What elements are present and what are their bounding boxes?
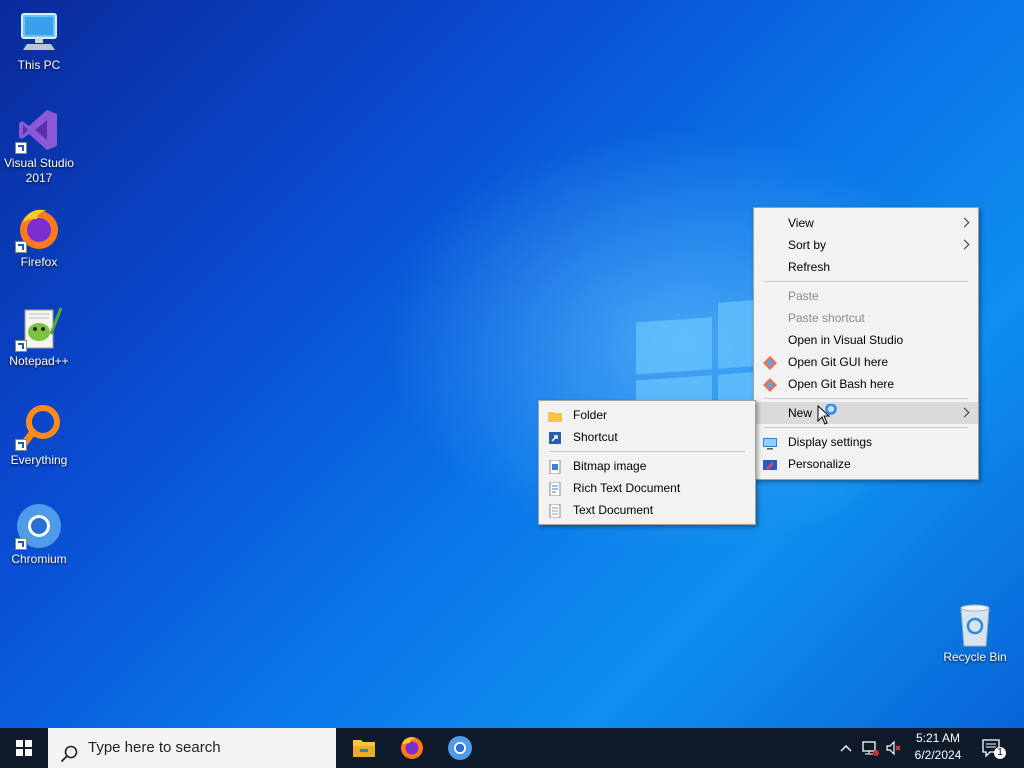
menu-item-label: Text Document: [573, 503, 654, 517]
menu-item-label: Folder: [573, 408, 608, 422]
menu-item-new[interactable]: New: [754, 402, 978, 424]
notepadpp-icon[interactable]: Notepad++: [3, 304, 75, 369]
shortcut-arrow-icon: [15, 340, 27, 352]
start-button[interactable]: [0, 728, 48, 768]
shortcut-icon: [548, 430, 562, 444]
menu-item-refresh[interactable]: Refresh: [754, 256, 978, 278]
shortcut-arrow-icon: [15, 439, 27, 451]
menu-item-paste-shortcut[interactable]: Paste shortcut: [754, 307, 978, 329]
menu-item-label: View: [788, 216, 814, 230]
network-icon[interactable]: [860, 738, 880, 758]
new-submenu: Folder Shortcut Bitmap image Rich Text D…: [538, 400, 756, 525]
submenu-item-shortcut[interactable]: Shortcut: [539, 426, 755, 448]
menu-separator: [764, 427, 968, 428]
icon-label: This PC: [17, 58, 61, 72]
firefox-icon[interactable]: Firefox: [3, 205, 75, 270]
chromium-icon: [448, 736, 472, 760]
menu-item-label: Open Git Bash here: [788, 377, 895, 391]
desktop-context-menu: View Sort by Refresh Paste Paste shortcu…: [753, 207, 979, 480]
menu-item-label: Paste shortcut: [788, 311, 865, 325]
icon-label: Visual Studio 2017: [4, 156, 74, 185]
desktop[interactable]: This PC Visual Studio 2017 Firefox Notep…: [0, 0, 1024, 728]
volume-muted-icon[interactable]: [884, 738, 904, 758]
chromium-icon[interactable]: Chromium: [3, 502, 75, 567]
file-explorer-icon: [353, 740, 375, 757]
menu-item-sort-by[interactable]: Sort by: [754, 234, 978, 256]
visual-studio-logo-icon: [15, 106, 63, 154]
taskbar-firefox[interactable]: [388, 728, 436, 768]
clock-date: 6/2/2024: [914, 748, 962, 762]
menu-item-display-settings[interactable]: Display settings: [754, 431, 978, 453]
visual-studio-icon[interactable]: Visual Studio 2017: [3, 106, 75, 186]
menu-item-label: Shortcut: [573, 430, 618, 444]
icon-label: Recycle Bin: [943, 650, 1007, 664]
taskbar-chromium[interactable]: [436, 728, 484, 768]
git-icon: [763, 355, 777, 370]
shortcut-arrow-icon: [15, 142, 27, 154]
menu-item-view[interactable]: View: [754, 212, 978, 234]
everything-icon[interactable]: Everything: [3, 403, 75, 468]
text-document-icon: [548, 503, 562, 519]
show-hidden-icons-chevron-icon[interactable]: [836, 738, 856, 758]
chevron-right-icon: [959, 407, 970, 418]
menu-item-open-git-gui[interactable]: Open Git GUI here: [754, 351, 978, 373]
icon-label: Notepad++: [9, 354, 69, 368]
submenu-item-folder[interactable]: Folder: [539, 404, 755, 426]
chevron-right-icon: [959, 239, 970, 250]
firefox-icon: [401, 737, 423, 759]
search-icon: [60, 739, 78, 763]
mouse-cursor-icon: [817, 403, 841, 428]
menu-separator: [764, 398, 968, 399]
display-icon: [763, 435, 777, 450]
menu-item-label: Rich Text Document: [573, 481, 681, 495]
bitmap-icon: [548, 459, 562, 475]
magnifier-icon: [15, 403, 63, 451]
menu-item-personalize[interactable]: Personalize: [754, 453, 978, 475]
chevron-right-icon: [959, 217, 970, 228]
icon-label: Firefox: [20, 255, 58, 269]
submenu-item-text-document[interactable]: Text Document: [539, 499, 755, 521]
menu-item-label: Open in Visual Studio: [788, 333, 904, 347]
menu-separator: [549, 451, 745, 452]
notepadpp-logo-icon: [15, 304, 63, 352]
windows-logo-icon: [16, 740, 32, 756]
clock[interactable]: 5:21 AM 6/2/2024: [906, 730, 970, 766]
this-pc-icon[interactable]: This PC: [3, 8, 75, 73]
action-center-button[interactable]: 1: [980, 736, 1006, 760]
menu-separator: [764, 281, 968, 282]
taskbar: Type here to search 5:21 AM 6/2/2024 1: [0, 728, 1024, 768]
computer-icon: [15, 8, 63, 56]
menu-item-label: Open Git GUI here: [788, 355, 889, 369]
personalize-icon: [763, 457, 777, 471]
menu-item-label: Personalize: [788, 457, 851, 471]
recycle-bin-icon[interactable]: Recycle Bin: [939, 600, 1011, 665]
menu-item-label: Refresh: [788, 260, 831, 274]
menu-item-label: Sort by: [788, 238, 827, 252]
menu-item-label: New: [788, 406, 813, 420]
folder-icon: [548, 408, 562, 422]
icon-label: Everything: [10, 453, 68, 467]
taskbar-file-explorer[interactable]: [340, 728, 388, 768]
rich-text-icon: [548, 481, 562, 497]
shortcut-arrow-icon: [15, 538, 27, 550]
chromium-logo-icon: [15, 502, 63, 550]
shortcut-arrow-icon: [15, 241, 27, 253]
clock-time: 5:21 AM: [915, 731, 961, 745]
menu-item-open-in-visual-studio[interactable]: Open in Visual Studio: [754, 329, 978, 351]
notification-count: 1: [997, 747, 1003, 758]
menu-item-label: Bitmap image: [573, 459, 647, 473]
search-placeholder: Type here to search: [88, 739, 221, 756]
menu-item-paste[interactable]: Paste: [754, 285, 978, 307]
recycle-bin-glyph-icon: [951, 600, 999, 648]
icon-label: Chromium: [11, 552, 67, 566]
taskbar-search-box[interactable]: Type here to search: [48, 728, 336, 768]
git-icon: [763, 377, 777, 392]
menu-item-open-git-bash[interactable]: Open Git Bash here: [754, 373, 978, 395]
firefox-logo-icon: [15, 205, 63, 253]
menu-item-label: Display settings: [788, 435, 873, 449]
menu-item-label: Paste: [788, 289, 819, 303]
submenu-item-bitmap-image[interactable]: Bitmap image: [539, 455, 755, 477]
submenu-item-rich-text-document[interactable]: Rich Text Document: [539, 477, 755, 499]
